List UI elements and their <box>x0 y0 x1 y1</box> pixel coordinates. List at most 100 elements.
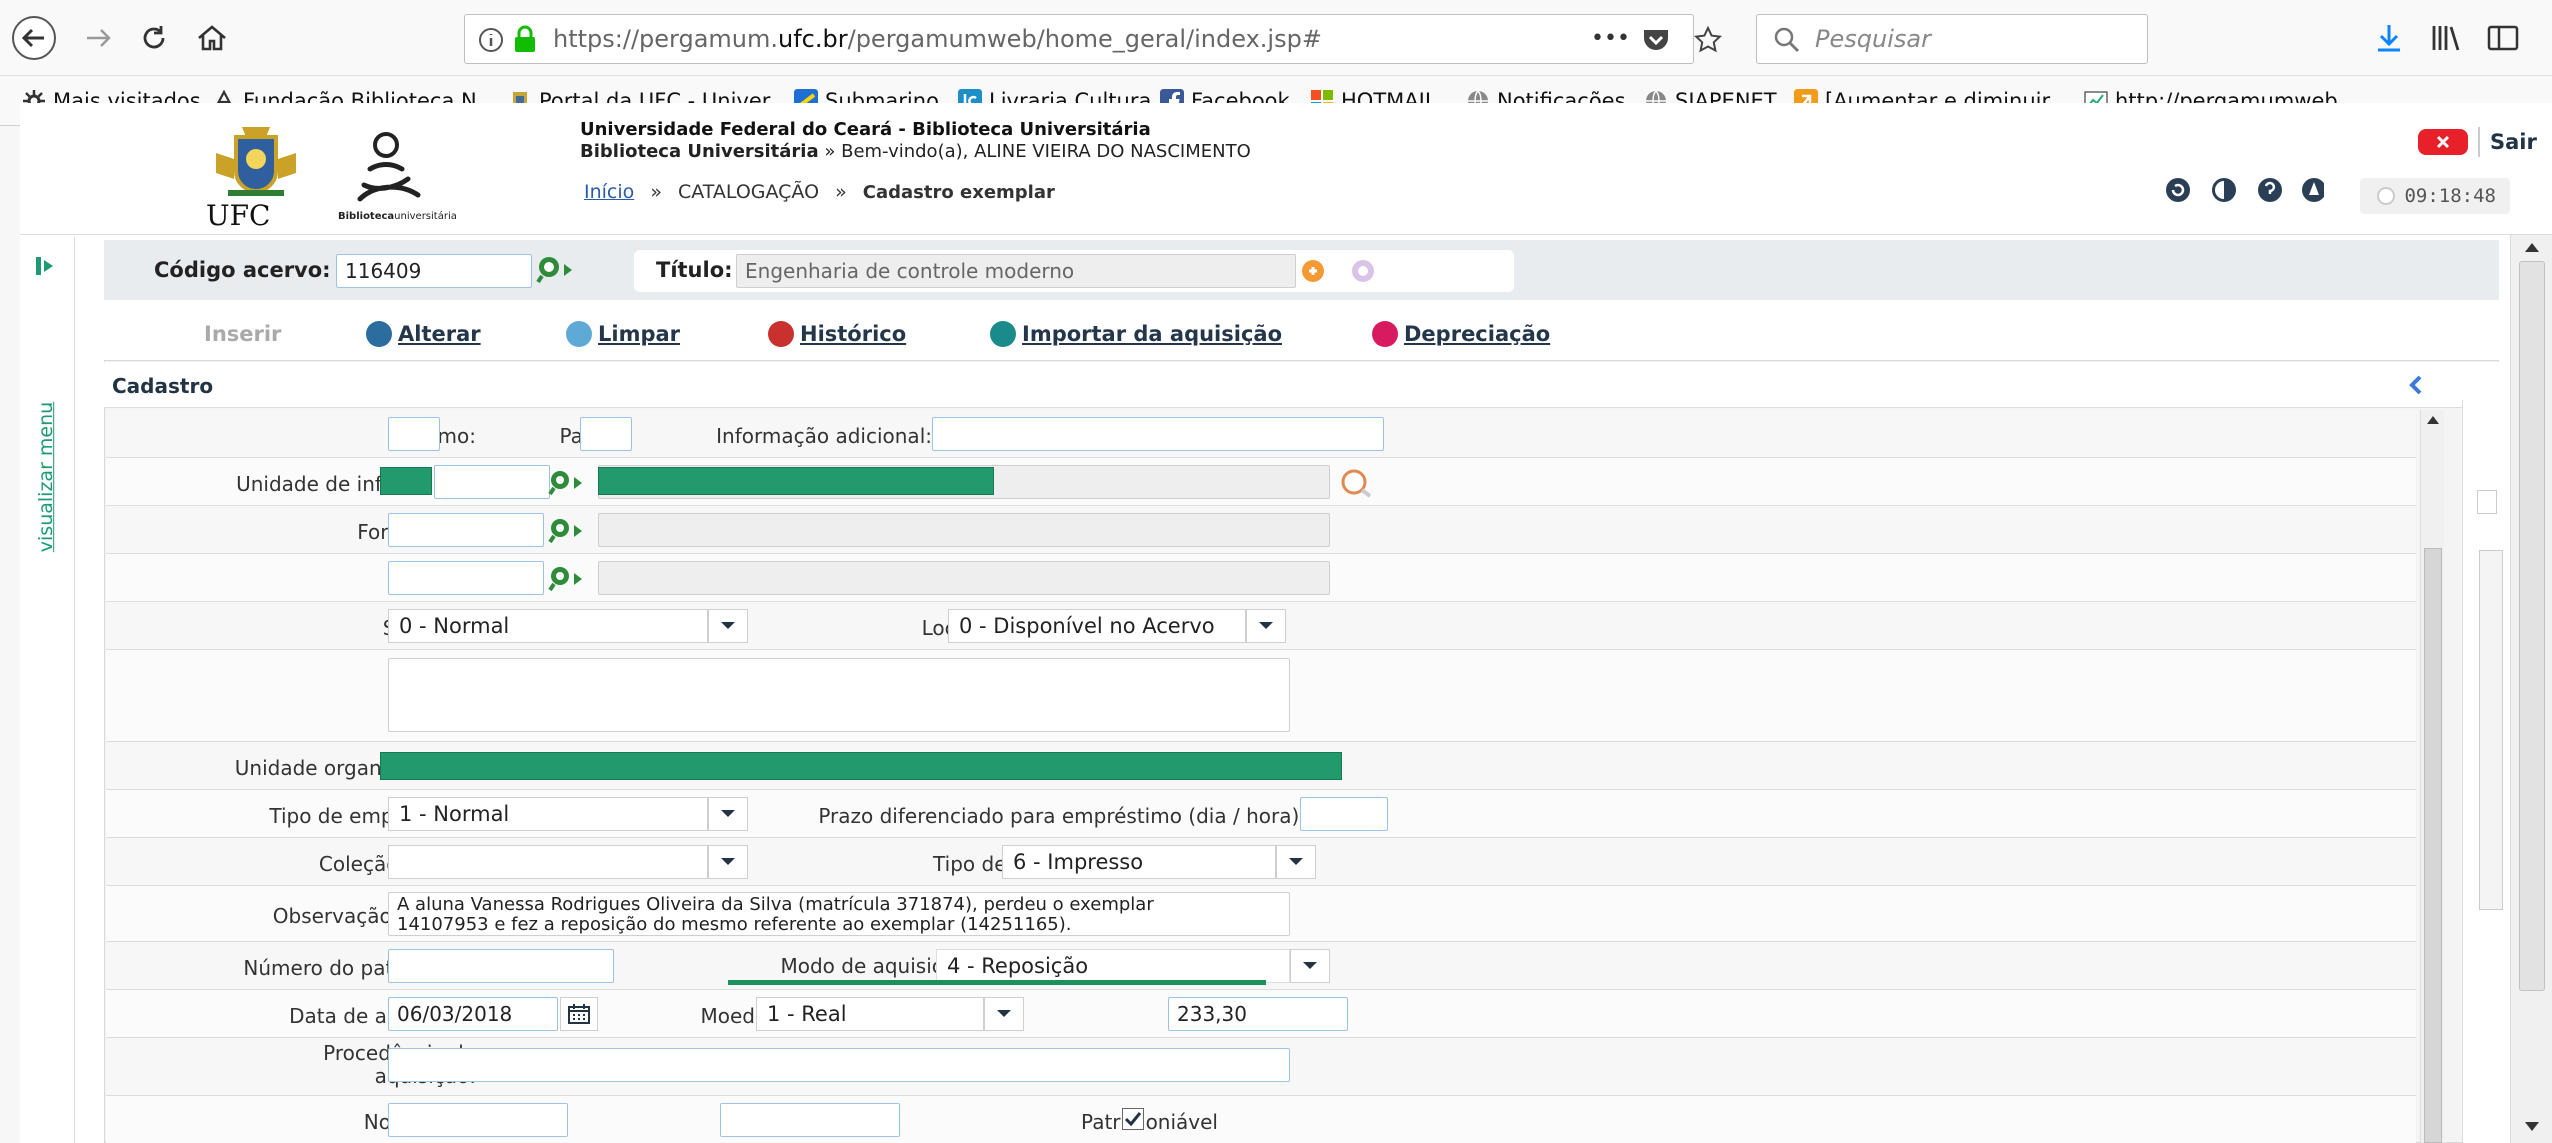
moeda-select[interactable]: 1 - Real <box>756 997 984 1031</box>
data-aquisicao-input[interactable]: 06/03/2018 <box>388 997 558 1031</box>
tipo-suporte-dropdown-button[interactable] <box>1276 845 1316 879</box>
page-scrollbar[interactable] <box>2510 235 2552 1143</box>
clock-icon <box>2377 187 2396 205</box>
bookmark-star-icon[interactable] <box>1693 25 1723 55</box>
situacao-select[interactable]: 0 - Normal <box>388 609 708 643</box>
colecao-select[interactable] <box>388 845 708 879</box>
modo-underline-mark <box>728 980 1266 985</box>
checkmark-icon <box>1124 1112 1142 1127</box>
expand-menu-icon[interactable] <box>34 255 56 277</box>
lookup-magnifier-icon[interactable] <box>536 254 576 286</box>
doador-name <box>598 561 1330 595</box>
alterar-button[interactable]: Alterar <box>366 318 481 350</box>
codigo-acervo-input[interactable]: 116409 <box>336 254 532 288</box>
clear-search-icon[interactable] <box>1340 468 1376 498</box>
logout-button[interactable]: Sair <box>2418 127 2537 157</box>
valor-input[interactable]: 233,30 <box>1168 997 1348 1031</box>
procedencia-input[interactable] <box>388 1048 1290 1082</box>
eraser-icon <box>566 321 592 347</box>
lookup-magnifier-icon[interactable] <box>548 564 588 594</box>
lookup-magnifier-icon[interactable] <box>548 468 588 498</box>
patrimonio-input[interactable] <box>388 949 614 983</box>
page-scroll-thumb[interactable] <box>2519 261 2545 991</box>
library-icon[interactable] <box>2430 22 2462 54</box>
tomo-input[interactable] <box>388 417 440 451</box>
depreciacao-button[interactable]: Depreciação <box>1372 318 1550 350</box>
side-tool-scroller[interactable] <box>2479 550 2503 910</box>
info-adicional-input[interactable] <box>932 417 1384 451</box>
tipo-emprestimo-select[interactable]: 1 - Normal <box>388 797 708 831</box>
menu-strip: visualizar menu <box>20 237 75 1143</box>
pedido-input[interactable] <box>720 1103 900 1137</box>
sidebar-toggle-icon[interactable] <box>2486 22 2520 54</box>
form-row-data-aquisicao: Data de aquisição: 06/03/2018 Moeda: 1 -… <box>106 990 2416 1038</box>
page-actions-button[interactable]: ••• <box>1591 15 1630 63</box>
inner-scrollbar[interactable] <box>2420 410 2444 1143</box>
breadcrumb-current: Cadastro exemplar <box>862 182 1055 203</box>
calendar-button[interactable] <box>560 997 598 1031</box>
visualizar-menu-tab[interactable]: visualizar menu <box>34 397 58 557</box>
observacao-textarea[interactable]: A aluna Vanessa Rodrigues Oliveira da Si… <box>388 892 1290 936</box>
moeda-dropdown-button[interactable] <box>984 997 1024 1031</box>
doador-input[interactable] <box>388 561 544 595</box>
panel-title: Cadastro <box>112 374 214 398</box>
back-button[interactable] <box>8 12 60 64</box>
motivo-textarea[interactable] <box>388 658 1290 732</box>
parte-input[interactable] <box>580 417 632 451</box>
title-marc-icon[interactable] <box>1350 258 1376 284</box>
title-detail-icon[interactable] <box>1300 258 1326 284</box>
localizacao-select[interactable]: 0 - Disponível no Acervo <box>948 609 1246 643</box>
info-icon[interactable] <box>477 26 505 54</box>
form-row-tomo: Tomo: Parte: Informação adicional: <box>106 410 2416 458</box>
codigo-label: Código acervo: <box>154 258 331 282</box>
limpar-button[interactable]: Limpar <box>566 318 680 350</box>
chevron-down-icon <box>721 810 735 817</box>
search-icon <box>1774 27 1799 52</box>
modo-select[interactable]: 4 - Reposição <box>936 949 1290 983</box>
scroll-up-arrow-icon[interactable] <box>2524 241 2540 255</box>
scroll-up-arrow-icon[interactable] <box>2426 414 2440 426</box>
prazo-input[interactable] <box>1300 797 1388 831</box>
side-tool-box[interactable] <box>2477 490 2497 514</box>
info-adicional-label: Informação adicional: <box>716 424 932 448</box>
depreciation-icon <box>1372 321 1398 347</box>
modo-dropdown-button[interactable] <box>1290 949 1330 983</box>
nota-fiscal-input[interactable] <box>388 1103 568 1137</box>
form-row-motivo: Motivo: <box>106 650 2416 742</box>
inner-scroll-thumb[interactable] <box>2424 548 2442 1143</box>
app-header: UFC Bibliotecauniversitária Universidade… <box>20 113 2552 235</box>
cadastro-panel-header: Cadastro <box>104 362 2499 408</box>
patrimoniavel-checkbox[interactable] <box>1122 1108 1144 1130</box>
situacao-dropdown-button[interactable] <box>708 609 748 643</box>
forward-button[interactable] <box>74 12 122 64</box>
tipo-suporte-select[interactable]: 6 - Impresso <box>1002 845 1276 879</box>
home-icon <box>198 25 226 51</box>
colecao-dropdown-button[interactable] <box>708 845 748 879</box>
reload-button[interactable] <box>130 12 178 64</box>
chevron-down-icon <box>1289 858 1303 865</box>
unidade-informacao-input[interactable] <box>434 465 550 499</box>
breadcrumb: Início » CATALOGAÇÃO » Cadastro exemplar <box>584 181 1055 203</box>
search-bar[interactable]: Pesquisar <box>1756 14 2148 64</box>
pocket-icon[interactable] <box>1641 26 1671 54</box>
home-button[interactable] <box>188 12 236 64</box>
session-clock: 09:18:48 <box>2360 178 2510 214</box>
historico-button[interactable]: Histórico <box>768 318 906 350</box>
url-bar[interactable]: https://pergamum.ufc.br/pergamumweb/home… <box>464 14 1723 64</box>
lock-icon <box>515 25 535 52</box>
lookup-magnifier-icon[interactable] <box>548 516 588 546</box>
breadcrumb-home-link[interactable]: Início <box>584 181 634 203</box>
download-icon[interactable] <box>2374 22 2404 54</box>
localizacao-dropdown-button[interactable] <box>1246 609 1286 643</box>
header-tool-icons[interactable] <box>2164 175 2324 205</box>
titulo-input: Engenharia de controle moderno <box>736 254 1296 288</box>
scroll-down-arrow-icon[interactable] <box>2524 1119 2540 1133</box>
acervo-search-form: Código acervo: 116409 Título: Engenharia… <box>104 240 2499 300</box>
inserir-button[interactable]: Inserir <box>204 318 281 350</box>
university-title: Universidade Federal do Ceará - Bibliote… <box>580 119 1151 140</box>
importar-button[interactable]: Importar da aquisição <box>990 318 1282 350</box>
form-row-fornecedor: Fornecedor: <box>106 506 2416 554</box>
tipo-emprestimo-dropdown-button[interactable] <box>708 797 748 831</box>
collapse-chevron-icon[interactable] <box>2406 374 2426 396</box>
fornecedor-input[interactable] <box>388 513 544 547</box>
